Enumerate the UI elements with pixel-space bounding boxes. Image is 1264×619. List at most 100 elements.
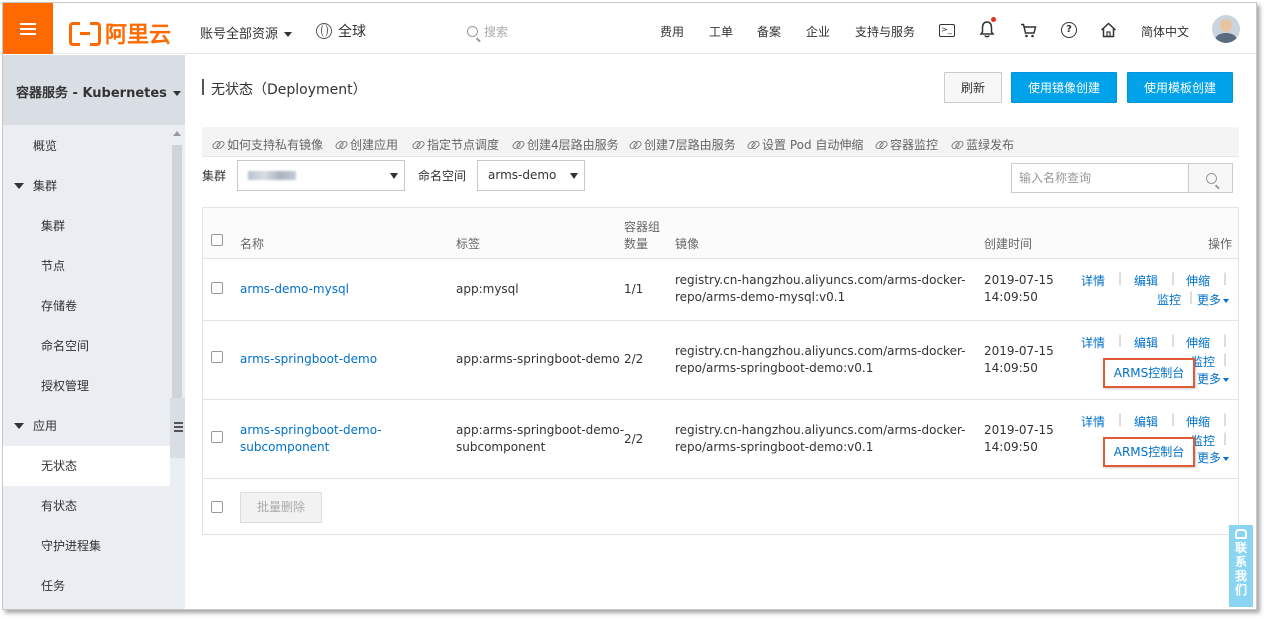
collapse-icon xyxy=(174,422,183,424)
more-dropdown[interactable]: 更多 xyxy=(1197,291,1230,308)
product-switcher[interactable]: 容器服务 - Kubernetes xyxy=(3,55,185,125)
sidebar-item-volumes[interactable]: 存储卷 xyxy=(3,286,170,326)
top-bar: 阿里云 账号全部资源 全球 搜索 费用 工单 备案 企业 支持与服务 >_ ? … xyxy=(3,3,1256,54)
cluster-select[interactable] xyxy=(237,160,405,191)
details-link[interactable]: 详情 xyxy=(1081,413,1105,430)
sidebar-item-overview[interactable]: 概览 xyxy=(3,126,170,166)
aliyun-logo[interactable]: 阿里云 xyxy=(69,17,171,49)
deployment-name-link[interactable]: arms-springboot-demo xyxy=(240,351,377,368)
sidebar-item-namespaces[interactable]: 命名空间 xyxy=(3,326,170,366)
sidebar-collapse-button[interactable] xyxy=(170,398,186,458)
sidebar-group-apps[interactable]: 应用 xyxy=(3,406,170,446)
table-row: arms-springboot-demo-subcomponent app:ar… xyxy=(203,400,1238,479)
sidebar-item-nodes[interactable]: 节点 xyxy=(3,246,170,286)
more-dropdown[interactable]: 更多 xyxy=(1197,370,1230,387)
scale-link[interactable]: 伸缩 xyxy=(1186,334,1210,351)
select-all-checkbox[interactable] xyxy=(211,234,223,246)
action-separator: | xyxy=(1223,352,1228,366)
namespace-filter-label: 命名空间 xyxy=(418,169,467,183)
globe-icon xyxy=(316,23,332,39)
sidebar-group-label: 应用 xyxy=(33,419,58,433)
nav-billing[interactable]: 费用 xyxy=(660,23,684,40)
dropdown-arrow-icon xyxy=(570,173,578,179)
contact-us-label: 联系我们 xyxy=(1234,541,1247,597)
resource-scope-dropdown[interactable]: 账号全部资源 xyxy=(200,23,293,42)
select-all-footer-checkbox[interactable] xyxy=(211,501,223,513)
details-link[interactable]: 详情 xyxy=(1081,272,1105,289)
image-line1: registry.cn-hangzhou.aliyuncs.com/arms-d… xyxy=(675,423,966,437)
sidebar-item-statefulsets[interactable]: 有状态 xyxy=(3,486,170,526)
header-name: 名称 xyxy=(240,237,265,251)
region-selector[interactable]: 全球 xyxy=(316,21,366,41)
created-date: 2019-07-15 xyxy=(984,344,1054,358)
link-icon xyxy=(335,139,346,150)
nav-enterprise[interactable]: 企业 xyxy=(806,23,830,40)
scale-link[interactable]: 伸缩 xyxy=(1186,272,1210,289)
action-separator: | xyxy=(1223,333,1228,347)
batch-delete-button[interactable]: 批量删除 xyxy=(240,492,322,523)
sidebar-group-cluster[interactable]: 集群 xyxy=(3,166,170,206)
deployment-name-link[interactable]: arms-demo-mysql xyxy=(240,281,349,298)
search-icon xyxy=(1206,173,1217,184)
scale-link[interactable]: 伸缩 xyxy=(1186,413,1210,430)
help-link-private-image[interactable]: 如何支持私有镜像 xyxy=(212,136,323,153)
sidebar-item-daemonsets[interactable]: 守护进程集 xyxy=(3,526,170,566)
sidebar-item-deployments[interactable]: 无状态 xyxy=(3,446,170,486)
home-icon[interactable] xyxy=(1100,22,1117,38)
refresh-button[interactable]: 刷新 xyxy=(944,72,1002,103)
terminal-icon[interactable]: >_ xyxy=(939,24,955,37)
action-separator: | xyxy=(1171,412,1176,426)
help-link-l7-service[interactable]: 创建7层路由服务 xyxy=(629,136,736,153)
table-header: 名称 标签 容器组 数量 镜像 创建时间 操作 xyxy=(203,208,1238,259)
sidebar-item-clusters[interactable]: 集群 xyxy=(3,206,170,246)
namespace-select[interactable]: arms-demo xyxy=(477,160,585,191)
nav-tickets[interactable]: 工单 xyxy=(709,23,733,40)
scroll-up-arrow-icon[interactable] xyxy=(173,131,181,136)
row-checkbox[interactable] xyxy=(211,431,223,443)
edit-link[interactable]: 编辑 xyxy=(1134,272,1158,289)
cart-icon[interactable] xyxy=(1020,23,1037,38)
help-link-container-monitor[interactable]: 容器监控 xyxy=(875,136,938,153)
nav-icp[interactable]: 备案 xyxy=(757,23,781,40)
row-checkbox[interactable] xyxy=(211,351,223,363)
menu-toggle-button[interactable] xyxy=(3,3,53,54)
namespace-select-value: arms-demo xyxy=(488,168,557,182)
hamburger-icon xyxy=(20,27,36,30)
monitor-link[interactable]: 监控 xyxy=(1157,291,1181,308)
help-link-create-app[interactable]: 创建应用 xyxy=(335,136,398,153)
action-separator: | xyxy=(1118,412,1123,426)
help-link-node-scheduling[interactable]: 指定节点调度 xyxy=(412,136,499,153)
more-dropdown[interactable]: 更多 xyxy=(1197,449,1230,466)
arms-console-link[interactable]: ARMS控制台 xyxy=(1103,437,1195,467)
edit-link[interactable]: 编辑 xyxy=(1134,334,1158,351)
create-from-image-button[interactable]: 使用镜像创建 xyxy=(1011,72,1117,103)
help-icon[interactable]: ? xyxy=(1061,22,1077,38)
bell-icon[interactable] xyxy=(979,20,995,38)
details-link[interactable]: 详情 xyxy=(1081,334,1105,351)
deployment-name-link[interactable]: arms-springboot-demo-subcomponent xyxy=(240,422,382,456)
link-icon xyxy=(512,139,523,150)
action-separator: | xyxy=(1171,333,1176,347)
search-button[interactable] xyxy=(1188,163,1233,193)
help-link-pod-autoscale[interactable]: 设置 Pod 自动伸缩 xyxy=(747,136,863,153)
nav-support[interactable]: 支持与服务 xyxy=(855,23,915,40)
arms-console-link[interactable]: ARMS控制台 xyxy=(1103,358,1195,388)
global-search[interactable]: 搜索 xyxy=(467,23,508,40)
user-avatar[interactable] xyxy=(1212,15,1240,43)
header-created: 创建时间 xyxy=(984,237,1033,251)
edit-link[interactable]: 编辑 xyxy=(1134,413,1158,430)
header-labels: 标签 xyxy=(456,237,481,251)
language-selector[interactable]: 简体中文 xyxy=(1141,23,1189,40)
sidebar-item-jobs[interactable]: 任务 xyxy=(3,566,170,606)
contact-us-button[interactable]: 联系我们 xyxy=(1229,525,1253,607)
created-date: 2019-07-15 xyxy=(984,273,1054,287)
row-checkbox[interactable] xyxy=(211,282,223,294)
aliyun-logo-icon xyxy=(69,22,101,46)
link-icon xyxy=(629,139,640,150)
name-search-input[interactable]: 输入名称查询 xyxy=(1011,163,1189,193)
help-link-l4-service[interactable]: 创建4层路由服务 xyxy=(512,136,619,153)
sidebar-item-authorization[interactable]: 授权管理 xyxy=(3,366,170,406)
help-link-blue-green[interactable]: 蓝绿发布 xyxy=(951,136,1014,153)
create-from-template-button[interactable]: 使用模板创建 xyxy=(1127,72,1233,103)
action-separator: | xyxy=(1223,271,1228,285)
